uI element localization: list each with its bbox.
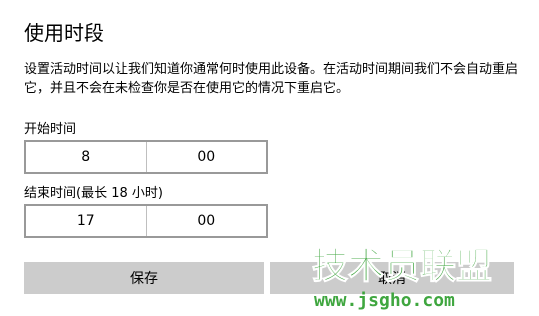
end-time-picker[interactable]: 17 00 — [24, 204, 268, 238]
end-minute-field[interactable]: 00 — [145, 206, 267, 236]
start-time-label: 开始时间 — [24, 122, 77, 137]
dialog-title: 使用时段 — [24, 21, 104, 45]
cancel-button[interactable]: 取消 — [270, 262, 514, 294]
end-time-label: 结束时间(最长 18 小时) — [24, 186, 163, 201]
save-button[interactable]: 保存 — [24, 262, 264, 294]
start-minute-field[interactable]: 00 — [145, 142, 267, 172]
start-hour-field[interactable]: 8 — [26, 142, 146, 172]
start-time-picker[interactable]: 8 00 — [24, 140, 268, 174]
active-hours-dialog: 使用时段 设置活动时间以让我们知道你通常何时使用此设备。在活动时间期间我们不会自… — [0, 0, 539, 316]
dialog-description: 设置活动时间以让我们知道你通常何时使用此设备。在活动时间期间我们不会自动重启它，… — [24, 62, 519, 96]
end-hour-field[interactable]: 17 — [26, 206, 146, 236]
